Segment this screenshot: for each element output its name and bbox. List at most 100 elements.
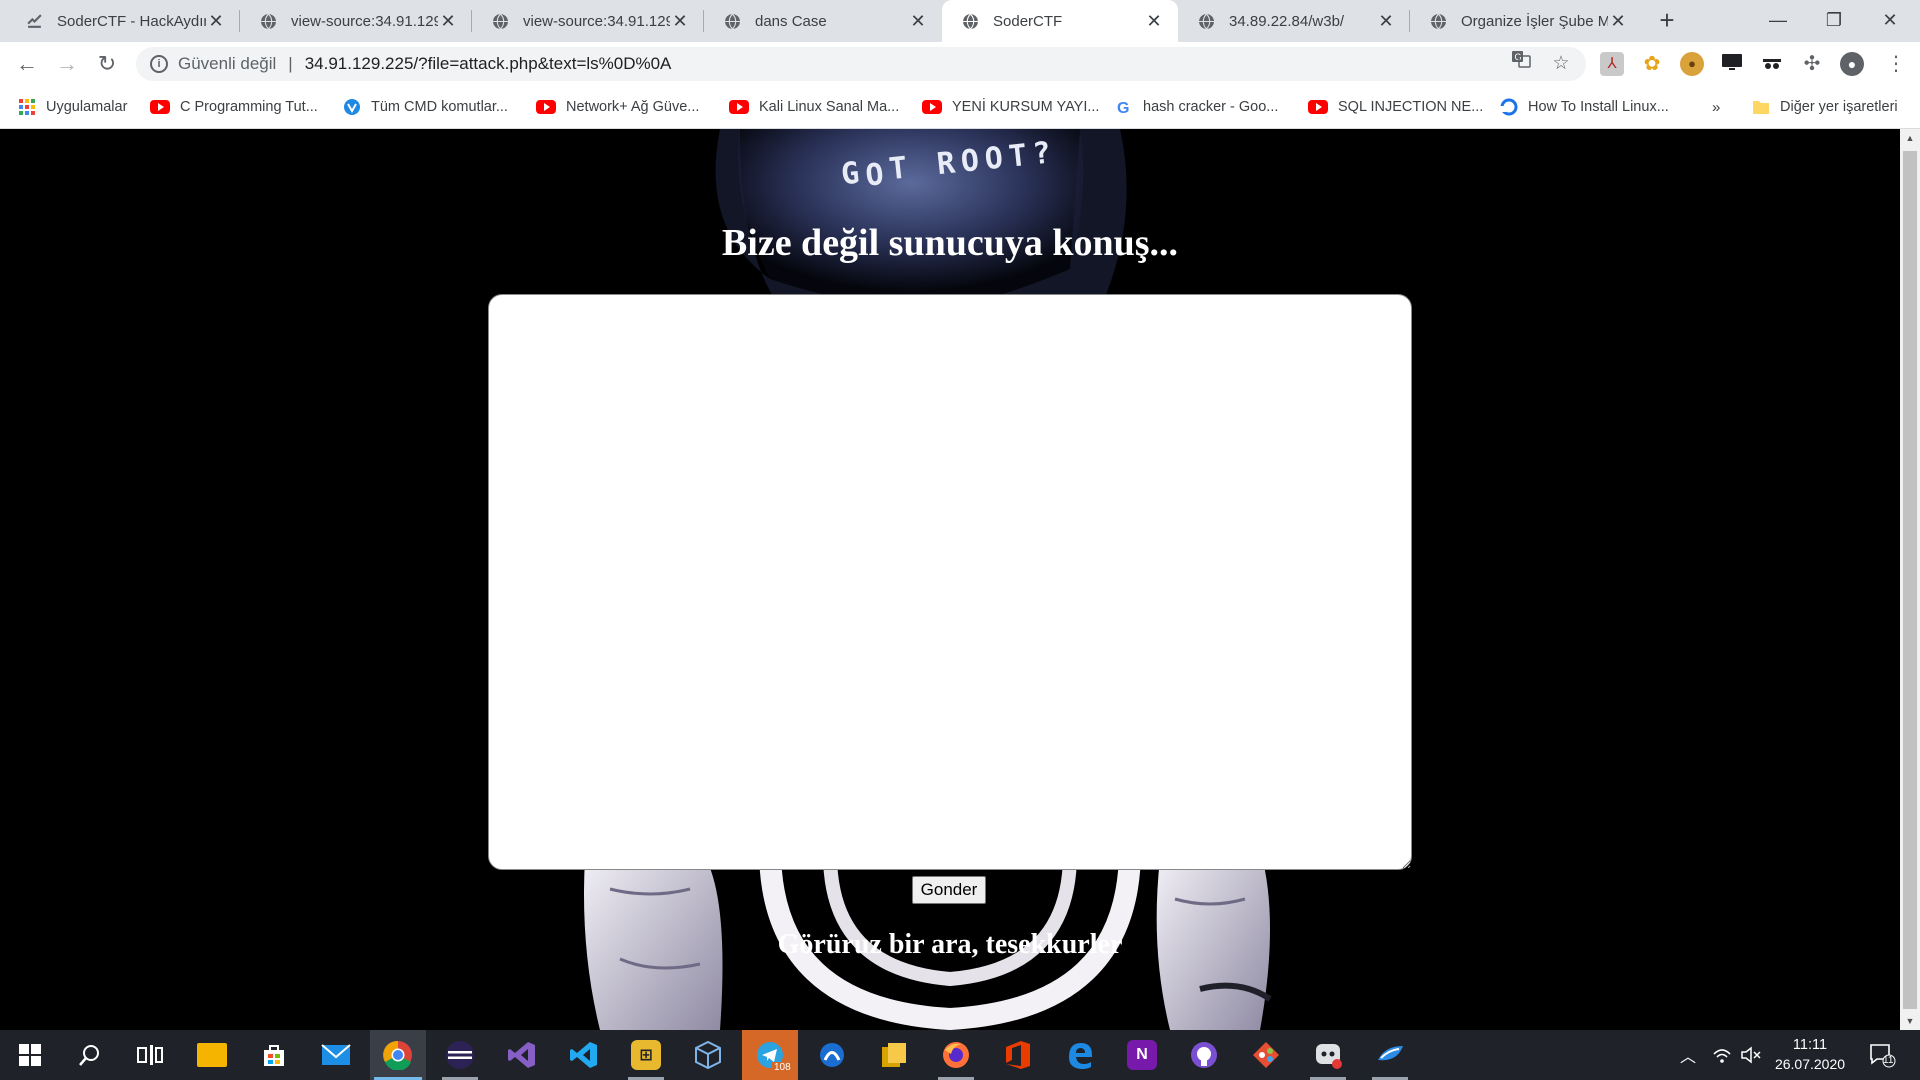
windows-taskbar: ⊞ 108 N ︿ 11:11 26.07.2020 11 bbox=[0, 1030, 1920, 1080]
action-center-icon[interactable]: 11 bbox=[1868, 1030, 1896, 1080]
clock-time: 11:11 bbox=[1792, 1037, 1828, 1053]
cookie-icon[interactable]: ● bbox=[1680, 52, 1704, 76]
tab-sodertf-active[interactable]: SoderCTF ✕ bbox=[942, 0, 1178, 42]
git-icon[interactable] bbox=[1238, 1030, 1294, 1080]
svg-text:G: G bbox=[1515, 52, 1522, 62]
github-icon[interactable] bbox=[1176, 1030, 1232, 1080]
tab-dans-case[interactable]: dans Case ✕ bbox=[704, 0, 942, 42]
bookmark-sql-injection[interactable]: SQL INJECTION NE... bbox=[1308, 96, 1483, 118]
bookmark-label: YENİ KURSUM YAYI... bbox=[952, 99, 1100, 115]
page-scrollbar[interactable]: ▲ ▼ bbox=[1900, 129, 1920, 1030]
bookmark-cmd-komutlar[interactable]: Tüm CMD komutlar... bbox=[343, 96, 508, 118]
tab-view-source-2[interactable]: view-source:34.91.129.225 ✕ bbox=[472, 0, 704, 42]
other-bookmarks[interactable]: Diğer yer işaretleri bbox=[1752, 96, 1898, 118]
tab-sodertf-hackaydin[interactable]: SoderCTF - HackAydın ✕ bbox=[0, 0, 240, 42]
folder-icon bbox=[1753, 101, 1769, 114]
minimize-button[interactable]: — bbox=[1750, 0, 1806, 40]
youtube-icon bbox=[536, 100, 556, 114]
extensions-puzzle-icon[interactable]: ✣ bbox=[1800, 52, 1824, 76]
youtube-icon bbox=[922, 100, 942, 114]
extension-icon[interactable]: ✿ bbox=[1640, 52, 1664, 76]
app-icon[interactable] bbox=[1362, 1030, 1418, 1080]
tab-title: SoderCTF - HackAydın bbox=[57, 12, 206, 30]
sticky-notes-icon[interactable] bbox=[866, 1030, 922, 1080]
close-icon[interactable]: ✕ bbox=[670, 11, 690, 31]
bookmark-star-icon[interactable]: ☆ bbox=[1545, 48, 1577, 80]
tab-view-source-1[interactable]: view-source:34.91.129.225 ✕ bbox=[240, 0, 472, 42]
address-bar[interactable]: i Güvenli değil | 34.91.129.225/?file=at… bbox=[136, 47, 1586, 81]
url-text[interactable]: 34.91.129.225/?file=attack.php&text=ls%0… bbox=[305, 54, 672, 74]
show-hidden-icons-chevron-icon[interactable]: ︿ bbox=[1680, 1030, 1696, 1080]
close-icon[interactable]: ✕ bbox=[1376, 11, 1396, 31]
app-icon[interactable]: ⊞ bbox=[618, 1030, 674, 1080]
task-view-icon[interactable] bbox=[122, 1030, 178, 1080]
volume-muted-icon[interactable] bbox=[1740, 1030, 1762, 1080]
vscode-icon[interactable] bbox=[556, 1030, 612, 1080]
profile-avatar-icon[interactable]: ● bbox=[1840, 52, 1864, 76]
bookmark-install-linux[interactable]: How To Install Linux... bbox=[1500, 96, 1669, 118]
site-icon bbox=[1500, 98, 1518, 116]
scroll-down-arrow-icon[interactable]: ▼ bbox=[1900, 1012, 1920, 1030]
search-icon[interactable] bbox=[62, 1030, 118, 1080]
tab-title: view-source:34.91.129.225 bbox=[523, 12, 670, 30]
back-button[interactable]: ← bbox=[11, 48, 43, 80]
pdf-extension-icon[interactable]: ⅄ bbox=[1600, 52, 1624, 76]
visual-studio-icon[interactable] bbox=[494, 1030, 550, 1080]
scroll-up-arrow-icon[interactable]: ▲ bbox=[1900, 129, 1920, 147]
chrome-icon[interactable] bbox=[370, 1030, 426, 1080]
close-icon[interactable]: ✕ bbox=[206, 11, 226, 31]
office-icon[interactable] bbox=[990, 1030, 1046, 1080]
translate-icon[interactable]: G bbox=[1505, 48, 1537, 80]
virtualbox-icon[interactable] bbox=[680, 1030, 736, 1080]
forward-button[interactable]: → bbox=[51, 48, 83, 80]
bookmark-yeni-kursum[interactable]: YENİ KURSUM YAYI... bbox=[922, 96, 1099, 118]
windows-start-icon[interactable] bbox=[2, 1030, 58, 1080]
edge-icon[interactable] bbox=[1052, 1030, 1108, 1080]
maximize-button[interactable]: ❐ bbox=[1806, 0, 1862, 40]
app-icon[interactable] bbox=[804, 1030, 860, 1080]
bookmarks-overflow-button[interactable]: » bbox=[1712, 96, 1720, 118]
onenote-icon[interactable]: N bbox=[1114, 1030, 1170, 1080]
network-wifi-icon[interactable] bbox=[1712, 1030, 1732, 1080]
bookmark-kali-linux[interactable]: Kali Linux Sanal Ma... bbox=[729, 96, 899, 118]
tab-organize-isler[interactable]: Organize İşler Şube Müdürlüğü ✕ bbox=[1410, 0, 1642, 42]
bookmark-label: Tüm CMD komutlar... bbox=[371, 99, 508, 115]
bookmark-hash-cracker[interactable]: G hash cracker - Goo... bbox=[1115, 96, 1278, 118]
store-icon[interactable] bbox=[246, 1030, 302, 1080]
tab-w3b[interactable]: 34.89.22.84/w3b/ ✕ bbox=[1178, 0, 1410, 42]
notification-count: 11 bbox=[1883, 1055, 1894, 1066]
close-icon[interactable]: ✕ bbox=[1608, 11, 1628, 31]
firefox-icon[interactable] bbox=[928, 1030, 984, 1080]
close-icon[interactable]: ✕ bbox=[908, 11, 928, 31]
hackaydin-icon bbox=[27, 13, 42, 28]
command-textarea[interactable] bbox=[488, 294, 1412, 870]
clock-date: 26.07.2020 bbox=[1774, 1056, 1846, 1072]
youtube-icon bbox=[150, 100, 170, 114]
telegram-icon[interactable]: 108 bbox=[742, 1030, 798, 1080]
bookmark-c-programming[interactable]: C Programming Tut... bbox=[150, 96, 318, 118]
file-explorer-icon[interactable] bbox=[184, 1030, 240, 1080]
monitor-icon[interactable] bbox=[1720, 52, 1744, 76]
mail-icon[interactable] bbox=[308, 1030, 364, 1080]
close-icon[interactable]: ✕ bbox=[438, 11, 458, 31]
other-bookmarks-label: Diğer yer işaretleri bbox=[1780, 99, 1898, 115]
new-tab-button[interactable]: + bbox=[1654, 7, 1680, 34]
scrollbar-thumb[interactable] bbox=[1903, 151, 1917, 1009]
tab-title: SoderCTF bbox=[993, 12, 1063, 30]
close-icon[interactable]: ✕ bbox=[1144, 11, 1164, 31]
security-label[interactable]: Güvenli değil bbox=[178, 54, 276, 74]
info-icon[interactable]: i bbox=[150, 55, 168, 73]
bookmark-label: hash cracker - Goo... bbox=[1143, 99, 1279, 115]
system-clock[interactable]: 11:11 26.07.2020 bbox=[1768, 1036, 1852, 1074]
send-button[interactable]: Gonder bbox=[912, 876, 986, 904]
globe-icon bbox=[261, 13, 276, 29]
bookmarks-bar: Uygulamalar C Programming Tut... Tüm CMD… bbox=[0, 86, 1920, 129]
incognito-icon[interactable] bbox=[1760, 52, 1784, 76]
close-window-button[interactable]: ✕ bbox=[1862, 0, 1918, 40]
eclipse-icon[interactable] bbox=[432, 1030, 488, 1080]
reload-button[interactable]: ↻ bbox=[91, 48, 123, 80]
bookmark-network-plus[interactable]: Network+ Ağ Güve... bbox=[536, 96, 699, 118]
discord-icon[interactable] bbox=[1300, 1030, 1356, 1080]
bookmark-apps[interactable]: Uygulamalar bbox=[18, 96, 127, 118]
menu-kebab-icon[interactable]: ⋮ bbox=[1880, 48, 1912, 80]
